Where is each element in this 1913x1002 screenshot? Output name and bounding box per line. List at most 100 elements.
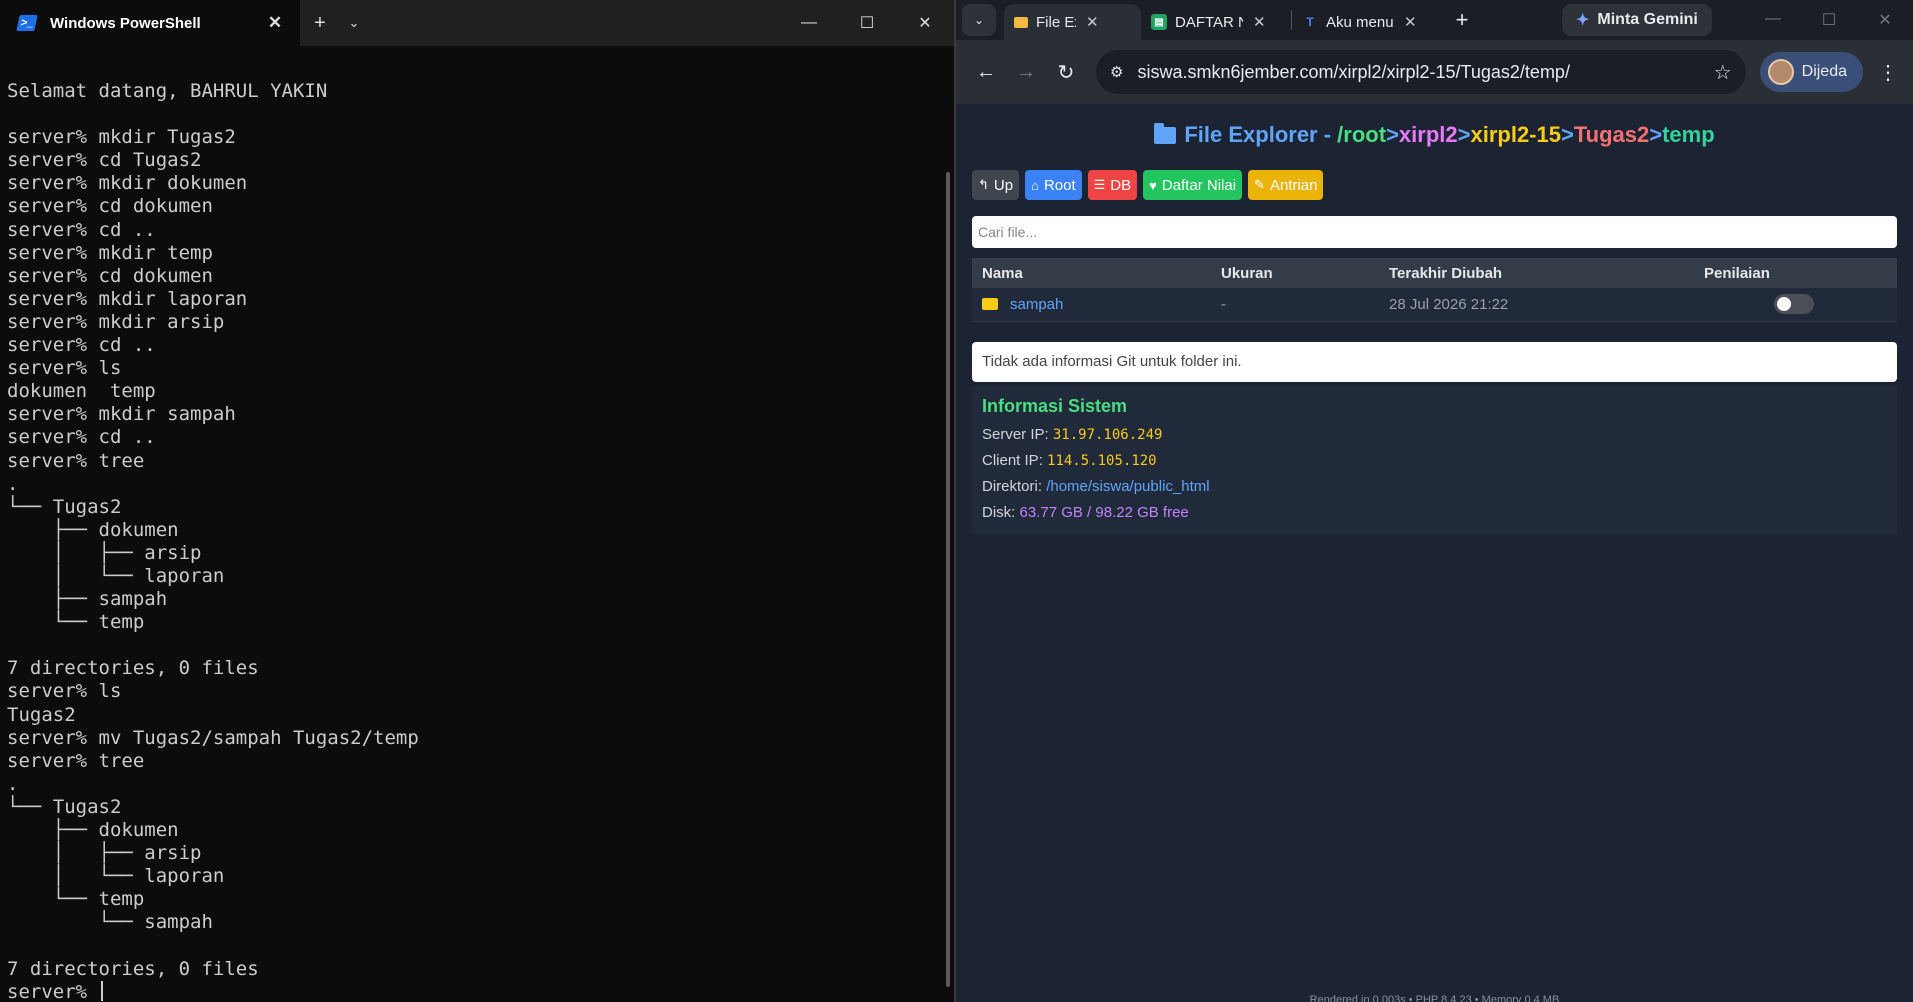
minimize-button[interactable]: —: [780, 0, 838, 46]
folder-icon: [982, 297, 998, 310]
url-text[interactable]: siswa.smkn6jember.com/xirpl2/xirpl2-15/T…: [1137, 62, 1713, 83]
column-header-nama[interactable]: Nama: [972, 258, 1211, 288]
path-segment-link[interactable]: xirpl2-15: [1470, 122, 1561, 147]
page-content: File Explorer - /root>xirpl2>xirpl2-15>T…: [956, 104, 1913, 1002]
terminal-line: 7 directories, 0 files: [7, 657, 259, 680]
forward-button[interactable]: →: [1006, 52, 1046, 92]
daftar-nilai-button[interactable]: ♥ Daftar Nilai: [1143, 170, 1243, 200]
terminal-line: │ ├── arsip: [7, 541, 202, 564]
path-separator: >: [1386, 122, 1399, 147]
address-bar[interactable]: ⚙ siswa.smkn6jember.com/xirpl2/xirpl2-15…: [1096, 50, 1746, 94]
disk-value: 63.77 GB / 98.22 GB free: [1019, 503, 1189, 521]
terminal-line: server% ls: [7, 680, 122, 703]
site-settings-icon[interactable]: ⚙: [1110, 63, 1123, 81]
tab-daftar-nilai[interactable]: ▤ DAFTAR NILAI ✕: [1141, 5, 1291, 39]
file-name-cell[interactable]: sampah: [972, 288, 1211, 322]
new-tab-button[interactable]: +: [1442, 7, 1482, 33]
db-label: DB: [1110, 176, 1132, 194]
up-button[interactable]: ↰ Up: [972, 170, 1020, 200]
terminal-tab[interactable]: >_ Windows PowerShell ✕: [0, 0, 300, 46]
column-header-terakhir-diubah[interactable]: Terakhir Diubah: [1379, 258, 1694, 288]
close-tab-icon[interactable]: ✕: [1086, 13, 1099, 31]
path-segment-link[interactable]: temp: [1662, 122, 1715, 147]
git-info-box: Tidak ada informasi Git untuk folder ini…: [972, 341, 1897, 382]
terminal-line: server% cd ..: [7, 218, 156, 241]
maximize-button[interactable]: ☐: [838, 0, 896, 46]
gemini-button[interactable]: ✦ Minta Gemini: [1562, 4, 1712, 36]
tab-label: Aku menulis: [1326, 13, 1394, 31]
column-header-penilaian[interactable]: Penilaian: [1694, 258, 1897, 288]
server-ip-value: 31.97.106.249: [1052, 426, 1163, 443]
server-ip-label: Server IP:: [982, 425, 1053, 443]
client-ip-label: Client IP:: [982, 451, 1048, 469]
close-window-button[interactable]: ✕: [896, 0, 954, 46]
file-table: Nama Ukuran Terakhir Diubah Penilaian sa…: [972, 258, 1897, 322]
column-header-ukuran[interactable]: Ukuran: [1211, 258, 1379, 288]
powershell-window: >_ Windows PowerShell ✕ + ⌄ — ☐ ✕ Selama…: [0, 0, 956, 1002]
chevron-down-icon[interactable]: ⌄: [340, 0, 368, 46]
terminal-line: ├── sampah: [7, 588, 168, 611]
back-button[interactable]: ←: [966, 52, 1006, 92]
close-window-button[interactable]: ✕: [1857, 10, 1913, 30]
terminal-line: server% cd Tugas2: [7, 149, 202, 172]
terminal-line: server% cd ..: [7, 426, 156, 449]
bookmark-star-icon[interactable]: ☆: [1714, 60, 1732, 85]
root-label: Root: [1043, 176, 1076, 194]
path-separator: >: [1649, 122, 1663, 147]
profile-button[interactable]: Dijeda: [1759, 52, 1863, 92]
table-row[interactable]: sampah - 28 Jul 2026 21:22: [972, 288, 1897, 322]
terminal-line: └── temp: [7, 888, 145, 911]
desktop: >_ Windows PowerShell ✕ + ⌄ — ☐ ✕ Selama…: [0, 0, 1913, 1002]
tab-search-button[interactable]: ⌄: [962, 4, 996, 36]
terminal-line: dokumen temp: [7, 380, 156, 403]
terminal-line: 7 directories, 0 files: [7, 957, 259, 980]
terminal-line: └── Tugas2: [7, 795, 122, 818]
new-tab-button[interactable]: +: [300, 0, 340, 46]
grades-icon: ♥: [1149, 177, 1157, 193]
titlebar-drag-area[interactable]: [368, 0, 780, 46]
terminal-output[interactable]: Selamat datang, BAHRUL YAKIN server% mkdi…: [0, 46, 954, 1002]
folder-link[interactable]: sampah: [1010, 296, 1063, 313]
terminal-prompt-line[interactable]: server%: [7, 980, 954, 1002]
terminal-line: server% cd dokumen: [7, 264, 213, 287]
terminal-line: server% mkdir arsip: [7, 310, 225, 333]
path-segment-link[interactable]: Tugas2: [1574, 122, 1649, 147]
tab-file-explorer[interactable]: File Explorer ✕: [1004, 4, 1141, 40]
window-controls: — ☐ ✕: [1745, 10, 1913, 30]
tab-aku-menulis[interactable]: T Aku menulis ✕: [1292, 5, 1442, 39]
tab-label: File Explorer: [1036, 13, 1076, 31]
minimize-button[interactable]: —: [1745, 10, 1801, 30]
terminal-line: server% mkdir temp: [7, 241, 213, 264]
more-menu-icon[interactable]: ⋮: [1873, 60, 1903, 85]
terminal-line: server% mkdir Tugas2: [7, 126, 236, 149]
maximize-button[interactable]: ☐: [1801, 10, 1857, 30]
antrian-button[interactable]: ✎ Antrian: [1248, 170, 1324, 200]
path-segment-link[interactable]: xirpl2: [1399, 122, 1458, 147]
terminal-line: └── sampah: [7, 911, 213, 934]
grading-toggle[interactable]: [1774, 294, 1814, 315]
action-buttons: ↰ Up ⌂ Root ☰ DB ♥ Daftar Nilai ✎ Antrian: [972, 170, 1897, 200]
daftar-nilai-label: Daftar Nilai: [1161, 176, 1237, 194]
terminal-line: │ ├── arsip: [7, 842, 202, 865]
directory-value: /home/siswa/public_html: [1046, 477, 1210, 495]
system-info-title: Informasi Sistem: [982, 395, 1128, 416]
powershell-icon: >_: [16, 15, 38, 31]
page-title: File Explorer - /root>xirpl2>xirpl2-15>T…: [972, 122, 1897, 154]
db-button[interactable]: ☰ DB: [1087, 170, 1138, 200]
file-size-cell: -: [1211, 288, 1379, 322]
terminal-line: server% tree: [7, 749, 145, 772]
text-cursor: [100, 980, 103, 1001]
close-tab-icon[interactable]: ✕: [1253, 13, 1266, 31]
house-icon: ⌂: [1031, 177, 1039, 193]
path-root-link[interactable]: /root: [1337, 122, 1386, 147]
terminal-titlebar: >_ Windows PowerShell ✕ + ⌄ — ☐ ✕: [0, 0, 954, 46]
reload-button[interactable]: ↻: [1046, 52, 1086, 92]
root-button[interactable]: ⌂ Root: [1025, 170, 1082, 200]
search-input[interactable]: [972, 216, 1897, 248]
up-label: Up: [993, 176, 1014, 194]
close-tab-icon[interactable]: ✕: [264, 13, 286, 33]
server-ip-row: Server IP: 31.97.106.249: [982, 422, 1887, 448]
disk-label: Disk:: [982, 503, 1020, 521]
close-tab-icon[interactable]: ✕: [1404, 13, 1417, 31]
terminal-scrollbar[interactable]: [946, 172, 950, 987]
